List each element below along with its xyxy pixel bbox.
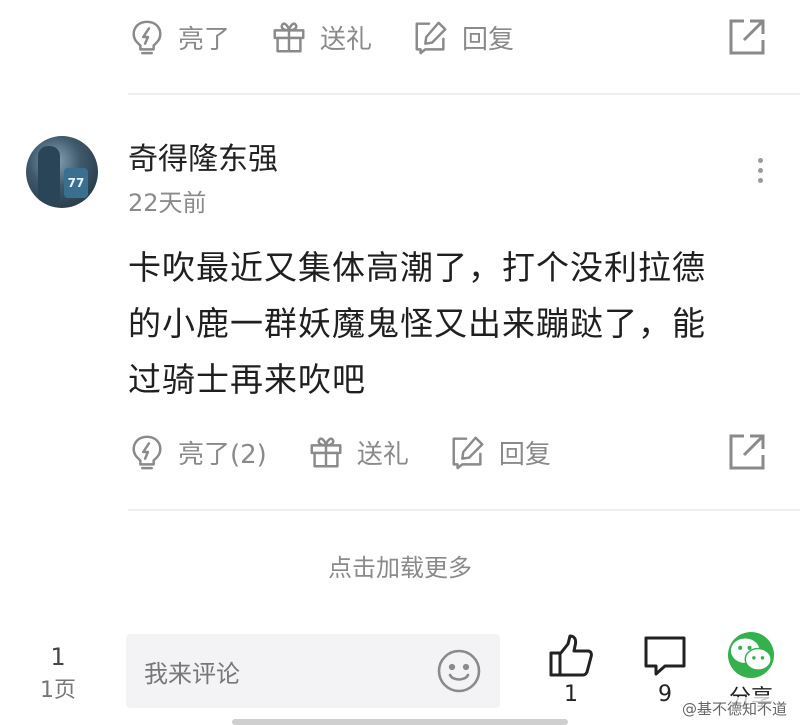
comment-text: 卡吹最近又集体高潮了，打个没利拉德 的小鹿一群妖魔鬼怪又出来蹦跶了，能 过骑士再… xyxy=(128,240,768,408)
wechat-icon xyxy=(728,632,774,678)
gift-button[interactable]: 送礼 xyxy=(270,18,372,56)
comment-count: 9 xyxy=(658,682,672,707)
avatar-jersey: 77 xyxy=(64,168,88,198)
reply-button[interactable]: 回复 xyxy=(449,433,551,471)
like-label: 亮了 xyxy=(178,24,231,55)
comment-actions: 亮了(2) 送礼 回复 xyxy=(128,427,768,477)
gift-icon xyxy=(310,437,342,468)
emoji-icon[interactable] xyxy=(436,648,482,694)
like-button[interactable]: 亮了(2) xyxy=(128,433,267,471)
lightbulb-icon xyxy=(132,20,162,55)
like-button[interactable]: 亮了 xyxy=(128,18,230,56)
comment-bubble-icon xyxy=(644,636,686,676)
comments-button[interactable]: 9 xyxy=(630,632,700,707)
gift-label: 送礼 xyxy=(320,24,373,55)
comment-line: 过骑士再来吹吧 xyxy=(128,360,366,399)
thumbs-up-icon xyxy=(549,634,593,677)
edit-icon xyxy=(452,436,484,470)
avatar[interactable]: 77 xyxy=(26,136,98,208)
load-more-button[interactable]: 点击加载更多 xyxy=(0,548,800,583)
lightbulb-icon xyxy=(132,435,162,470)
gift-icon xyxy=(273,22,305,53)
comment-input[interactable]: 我来评论 xyxy=(126,634,500,708)
share-out-icon[interactable] xyxy=(726,16,768,58)
page-current: 1 xyxy=(50,643,66,671)
watermark: @基不德知不道 xyxy=(678,697,790,720)
gift-label: 送礼 xyxy=(356,439,409,470)
page-label: 1页 xyxy=(40,678,76,703)
comment-line: 的小鹿一群妖魔鬼怪又出来蹦跶了，能 xyxy=(128,304,706,343)
divider xyxy=(128,93,800,95)
reply-label: 回复 xyxy=(498,439,551,470)
more-options-icon[interactable] xyxy=(748,155,772,191)
avatar-figure xyxy=(38,146,60,206)
gift-button[interactable]: 送礼 xyxy=(307,433,409,471)
comment-input-placeholder: 我来评论 xyxy=(144,659,240,688)
thumbs-up-button[interactable]: 1 xyxy=(536,632,606,707)
like-count: 1 xyxy=(564,682,578,707)
comment-line: 卡吹最近又集体高潮了，打个没利拉德 xyxy=(128,248,706,287)
divider xyxy=(128,509,800,511)
share-out-icon[interactable] xyxy=(726,431,768,473)
reply-label: 回复 xyxy=(462,24,515,55)
edit-icon xyxy=(415,21,447,55)
home-indicator xyxy=(232,719,568,725)
like-label: 亮了(2) xyxy=(178,439,267,470)
username[interactable]: 奇得隆东强 xyxy=(128,134,278,178)
reply-button[interactable]: 回复 xyxy=(412,18,514,56)
comment-time: 22天前 xyxy=(128,189,207,217)
prev-comment-actions: 亮了 送礼 回复 xyxy=(128,12,768,62)
page-indicator[interactable]: 1 1页 xyxy=(36,640,80,708)
